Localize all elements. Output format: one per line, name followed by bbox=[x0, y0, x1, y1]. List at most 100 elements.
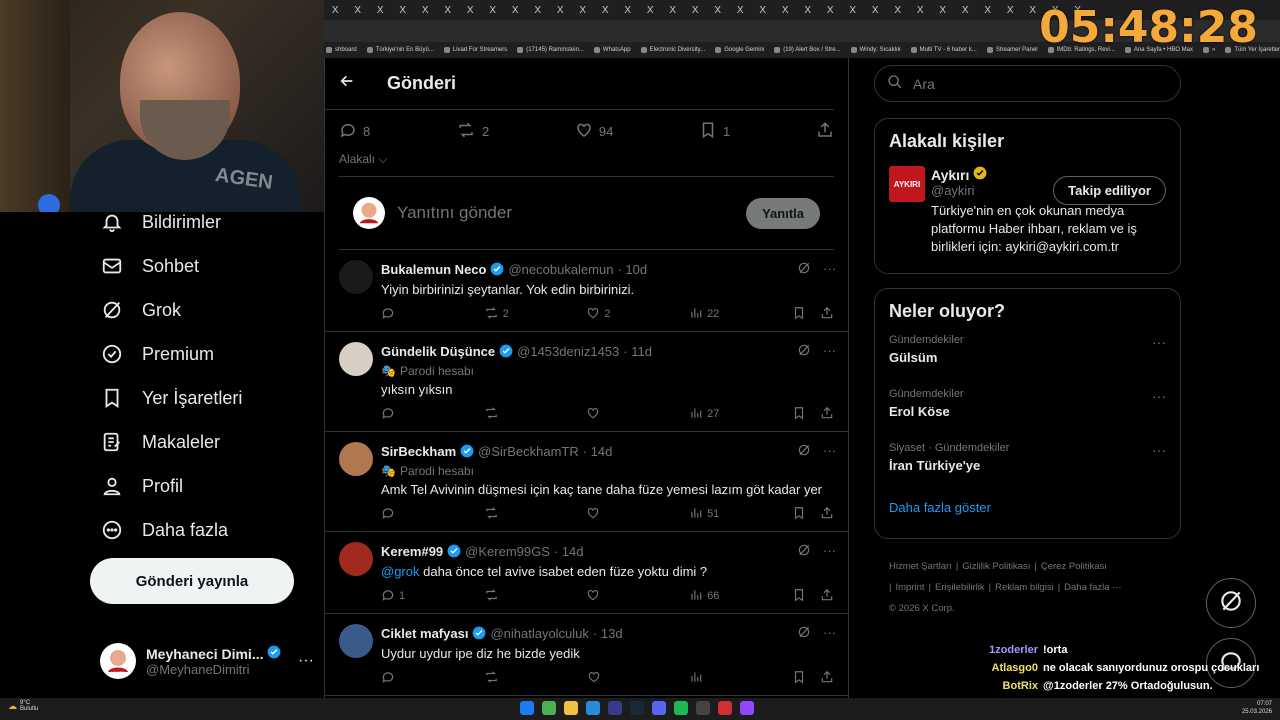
tweet-author-name[interactable]: Gündelik Düşünce bbox=[381, 344, 495, 359]
grok-icon[interactable] bbox=[797, 543, 811, 560]
share-icon[interactable] bbox=[820, 406, 834, 423]
reply-tweet[interactable]: Bukalemun Neco @necobukalemun · 10d ··· Yiyi… bbox=[325, 250, 848, 332]
bookmark-item[interactable]: shboard bbox=[326, 47, 357, 53]
tweet-avatar[interactable] bbox=[339, 342, 373, 376]
account-switcher[interactable]: YIMITR Meyhaneci Dimi... @MeyhaneDimitri… bbox=[100, 636, 314, 686]
repost-button[interactable]: 2 bbox=[484, 306, 514, 323]
share-icon[interactable] bbox=[820, 670, 834, 687]
tab-close-icon[interactable]: X bbox=[909, 5, 932, 16]
reply-button[interactable] bbox=[381, 670, 411, 687]
obs-icon[interactable] bbox=[718, 701, 732, 715]
discord-icon[interactable] bbox=[652, 701, 666, 715]
footer-link[interactable]: Erişilebilirlik bbox=[935, 582, 985, 593]
more-options-icon[interactable]: ··· bbox=[823, 443, 836, 460]
tab-close-icon[interactable]: X bbox=[504, 5, 527, 16]
tab-close-icon[interactable]: X bbox=[752, 5, 775, 16]
tweet-avatar[interactable] bbox=[339, 442, 373, 476]
footer-link[interactable]: © 2026 X Corp. bbox=[889, 603, 955, 614]
back-arrow-icon[interactable] bbox=[339, 72, 359, 95]
footer-link[interactable]: Imprint bbox=[895, 582, 924, 593]
tweet-time[interactable]: · 11d bbox=[623, 344, 652, 359]
repost-button[interactable] bbox=[484, 506, 514, 523]
weather-widget[interactable]: ☁ 9°C Bulutlu bbox=[8, 700, 38, 712]
bookmark-item[interactable]: Türkiye'nin En Büyü... bbox=[366, 47, 434, 53]
twitch-icon[interactable] bbox=[740, 701, 754, 715]
reply-count-button[interactable]: 8 bbox=[339, 121, 370, 142]
repost-button[interactable] bbox=[484, 406, 514, 423]
bookmark-item[interactable]: Livad For Streamers bbox=[443, 47, 507, 53]
account-more-icon[interactable]: ··· bbox=[298, 652, 314, 670]
system-tray-clock[interactable]: 07:07 25.03.2026 bbox=[1242, 700, 1272, 716]
tab-close-icon[interactable]: X bbox=[932, 5, 955, 16]
grok-floating-button[interactable] bbox=[1206, 578, 1256, 628]
repost-button[interactable] bbox=[484, 588, 514, 605]
nav-item-bookmarks[interactable]: Yer İşaretleri bbox=[90, 376, 320, 420]
bookmark-item[interactable]: Streamer Panel bbox=[986, 47, 1038, 53]
nav-item-premium[interactable]: Premium bbox=[90, 332, 320, 376]
tab-close-icon[interactable]: X bbox=[999, 5, 1022, 16]
tab-close-icon[interactable]: X bbox=[864, 5, 887, 16]
share-icon[interactable] bbox=[820, 588, 834, 605]
bookmark-item[interactable]: (17145) Rammstein... bbox=[517, 47, 584, 53]
footer-link[interactable]: Daha fazla ··· bbox=[1064, 582, 1122, 593]
reply-tweet[interactable]: Gündelik Düşünce @1453deniz1453 · 11d ··· 🎭 P… bbox=[325, 332, 848, 432]
tab-close-icon[interactable]: X bbox=[572, 5, 595, 16]
tweet-author-handle[interactable]: @Kerem99GS bbox=[465, 544, 550, 559]
share-icon[interactable] bbox=[820, 506, 834, 523]
reply-submit-button[interactable]: Yanıtla bbox=[746, 197, 820, 229]
nav-item-chat[interactable]: Sohbet bbox=[90, 244, 320, 288]
tab-close-icon[interactable]: X bbox=[594, 5, 617, 16]
grok-icon[interactable] bbox=[797, 625, 811, 642]
more-options-icon[interactable]: ··· bbox=[823, 343, 836, 360]
more-options-icon[interactable]: ··· bbox=[1152, 388, 1166, 404]
tab-close-icon[interactable]: X bbox=[819, 5, 842, 16]
tweet-time[interactable]: · 14d bbox=[554, 544, 584, 559]
more-options-icon[interactable]: ··· bbox=[823, 261, 836, 278]
tab-close-icon[interactable]: X bbox=[324, 5, 347, 16]
footer-link[interactable]: Hizmet Şartları bbox=[889, 561, 952, 572]
like-count-button[interactable]: 94 bbox=[575, 121, 613, 142]
reply-tweet[interactable]: SirBeckham @SirBeckhamTR · 14d ··· 🎭 Parodi h… bbox=[325, 432, 848, 532]
views-button[interactable]: 22 bbox=[689, 306, 719, 323]
tab-close-icon[interactable]: X bbox=[977, 5, 1000, 16]
tab-close-icon[interactable]: X bbox=[459, 5, 482, 16]
bookmark-item[interactable]: (19) Alert Box / Stre... bbox=[774, 47, 841, 53]
app-icon[interactable] bbox=[696, 701, 710, 715]
tweet-time[interactable]: · 14d bbox=[583, 444, 613, 459]
tab-close-icon[interactable]: X bbox=[437, 5, 460, 16]
file-explorer-icon[interactable] bbox=[564, 701, 578, 715]
tweet-avatar[interactable] bbox=[339, 542, 373, 576]
footer-link[interactable]: Reklam bilgisi bbox=[995, 582, 1054, 593]
share-icon[interactable] bbox=[820, 306, 834, 323]
bookmark-icon[interactable] bbox=[792, 506, 806, 523]
grok-icon[interactable] bbox=[797, 443, 811, 460]
nav-item-notifications[interactable]: Bildirimler bbox=[90, 200, 320, 244]
bookmark-icon[interactable] bbox=[792, 670, 806, 687]
footer-link[interactable]: Gizlilik Politikası bbox=[962, 561, 1030, 572]
reply-sort-dropdown[interactable]: Alakalı ⌵ bbox=[325, 152, 848, 168]
trend-item[interactable]: Siyaset · Gündemdekiler İran Türkiye'ye ··… bbox=[875, 436, 1180, 490]
show-more-link[interactable]: Daha fazla göster bbox=[875, 490, 1180, 529]
trend-item[interactable]: Gündemdekiler Gülsüm ··· bbox=[875, 328, 1180, 382]
tab-close-icon[interactable]: X bbox=[549, 5, 572, 16]
bookmark-item[interactable]: Windy: Sıcaklık bbox=[850, 47, 901, 53]
tab-close-icon[interactable]: X bbox=[887, 5, 910, 16]
tweet-author-name[interactable]: Bukalemun Neco bbox=[381, 262, 486, 277]
store-icon[interactable] bbox=[586, 701, 600, 715]
steam-icon[interactable] bbox=[630, 701, 644, 715]
related-person[interactable]: AYKIRI Aykırı @aykiri Türkiye'nin en çok… bbox=[875, 158, 1180, 268]
post-button[interactable]: Gönderi yayınla bbox=[90, 558, 294, 604]
like-button[interactable] bbox=[587, 670, 617, 687]
grok-icon[interactable] bbox=[797, 261, 811, 278]
tab-close-icon[interactable]: X bbox=[684, 5, 707, 16]
reply-button[interactable] bbox=[381, 506, 411, 523]
tab-close-icon[interactable]: X bbox=[617, 5, 640, 16]
tab-close-icon[interactable]: X bbox=[527, 5, 550, 16]
tweet-author-name[interactable]: Kerem#99 bbox=[381, 544, 443, 559]
tweet-mention[interactable]: @grok bbox=[381, 564, 420, 579]
tweet-avatar[interactable] bbox=[339, 260, 373, 294]
tab-close-icon[interactable]: X bbox=[729, 5, 752, 16]
like-button[interactable] bbox=[586, 506, 616, 523]
tweet-author-handle[interactable]: @necobukalemun bbox=[508, 262, 613, 277]
app-icon[interactable] bbox=[608, 701, 622, 715]
